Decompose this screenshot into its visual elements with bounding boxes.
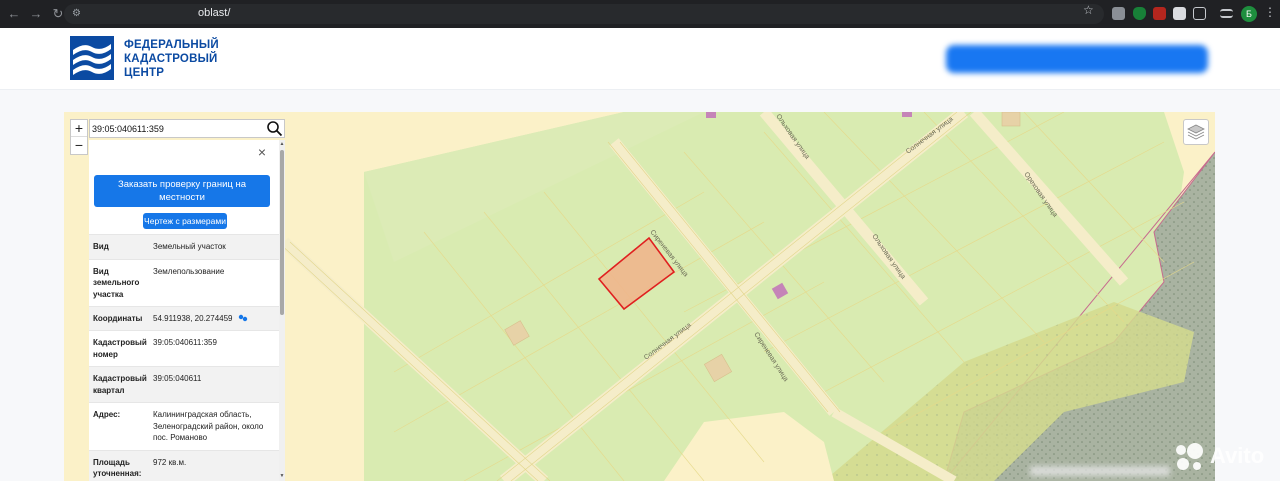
zoom-out-button[interactable]: − <box>71 137 87 154</box>
coordinates-value: 54.911938, 20.274459 <box>153 313 233 323</box>
drawing-with-dimensions-button[interactable]: Чертеж с размерами <box>143 213 227 229</box>
avito-logo-icon <box>1176 443 1203 470</box>
attribute-row: Кадастровый номер 39:05:040611:359 <box>89 330 279 366</box>
close-icon[interactable]: × <box>256 145 268 159</box>
extension-card-icon[interactable] <box>1173 7 1186 20</box>
attribute-row: Кадастровый квартал 39:05:040611 <box>89 366 279 402</box>
blurred-contact-button[interactable] <box>946 45 1208 73</box>
address-bar[interactable]: ⚙ oblast/ <box>64 4 1104 24</box>
kebab-menu-icon[interactable]: ⋮ <box>1264 5 1276 19</box>
scroll-down-arrow-icon[interactable]: ▼ <box>279 473 285 479</box>
bookmark-star-icon[interactable]: ☆ <box>1083 3 1094 17</box>
attribute-row: Адрес: Калининградская область, Зеленогр… <box>89 402 279 450</box>
blurred-attribution <box>1030 466 1170 476</box>
extensions-puzzle-icon[interactable] <box>1193 7 1206 20</box>
extension-red-icon[interactable] <box>1153 7 1166 20</box>
logo-title[interactable]: ФЕДЕРАЛЬНЫЙ КАДАСТРОВЫЙ ЦЕНТР <box>124 38 219 80</box>
attribute-row: Координаты 54.911938, 20.274459 <box>89 305 279 330</box>
site-header: ФЕДЕРАЛЬНЫЙ КАДАСТРОВЫЙ ЦЕНТР <box>0 28 1280 90</box>
forward-arrow-icon[interactable]: → <box>28 6 44 22</box>
avito-watermark: Avito <box>1172 441 1264 471</box>
menu-lines-icon[interactable] <box>1220 9 1233 18</box>
zoom-control: + − <box>70 119 88 155</box>
url-text: oblast/ <box>198 7 231 19</box>
site-settings-icon[interactable]: ⚙ <box>72 8 84 20</box>
panel-scrollbar[interactable]: ▲ ▼ <box>279 140 285 481</box>
profile-avatar[interactable]: Б <box>1241 6 1257 22</box>
order-boundary-check-button[interactable]: Заказать проверку границ на местности <box>94 175 270 207</box>
search-bar <box>89 119 285 138</box>
parcel-info-panel: × Заказать проверку границ на местности … <box>89 140 285 481</box>
layers-button[interactable] <box>1183 119 1209 145</box>
shield-extension-icon[interactable] <box>1133 7 1146 20</box>
parcel-attributes: Вид Земельный участок Вид земельного уча… <box>89 234 279 481</box>
search-icon[interactable] <box>266 120 283 137</box>
map-pin-icon[interactable] <box>238 314 248 322</box>
browser-toolbar: ← → ↻ ⚙ oblast/ ☆ Б ⋮ <box>0 0 1280 28</box>
zoom-in-button[interactable]: + <box>71 120 87 137</box>
layers-icon <box>1187 124 1205 140</box>
fkc-logo-icon[interactable] <box>70 36 114 80</box>
attribute-row: Вид земельного участка Землепользование <box>89 258 279 306</box>
back-arrow-icon[interactable]: ← <box>6 6 22 22</box>
watermark-text: Avito <box>1210 443 1265 468</box>
scroll-thumb[interactable] <box>280 150 284 315</box>
attribute-row: Площадь уточненная: 972 кв.м. <box>89 449 279 481</box>
attribute-row: Вид Земельный участок <box>89 234 279 259</box>
scroll-up-arrow-icon[interactable]: ▲ <box>279 141 285 147</box>
extension-icon[interactable] <box>1112 7 1125 20</box>
search-input[interactable] <box>92 122 262 136</box>
